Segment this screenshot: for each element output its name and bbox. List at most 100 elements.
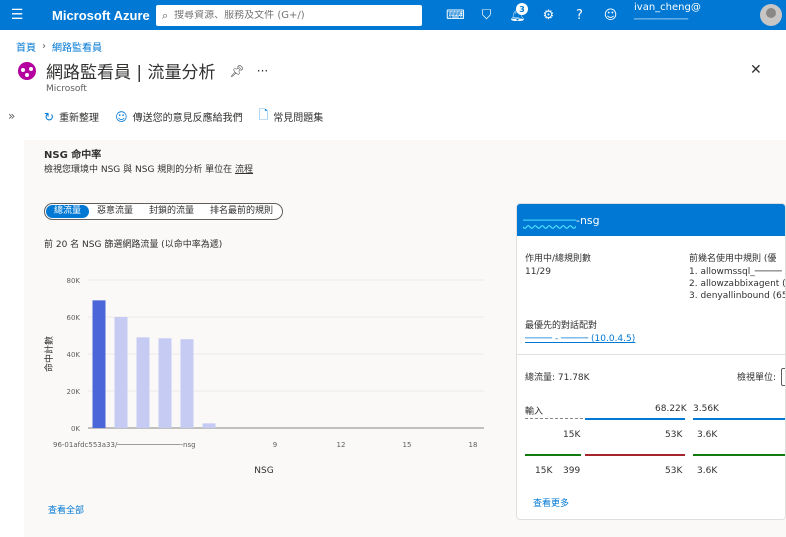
- page-header: 網路監看員 | 流量分析 📌︎ ···: [16, 58, 268, 83]
- total-flow: 總流量: 71.78K: [525, 373, 590, 383]
- y-axis-title: 命中計數: [43, 336, 55, 372]
- row2-value-4: 3.6K: [697, 466, 718, 476]
- top-rule-2: 2. allowzabbixagent (46: [689, 279, 786, 289]
- see-more-link[interactable]: 查看更多: [533, 496, 569, 509]
- y-tick-label: 0K: [71, 425, 80, 433]
- active-rules-label: 作用中/總規則數: [525, 254, 592, 264]
- row2-value-3: 53K: [665, 466, 683, 476]
- x-tick-label: 12: [337, 441, 346, 449]
- avatar[interactable]: [760, 4, 782, 26]
- document-icon: 🗋: [258, 108, 269, 122]
- view-unit-dropdown[interactable]: [781, 368, 785, 386]
- bar: [136, 337, 150, 428]
- user-directory: ──────────: [634, 15, 689, 25]
- feedback-person-icon: ☺: [115, 109, 128, 124]
- x-tick-label: 15: [403, 441, 412, 449]
- tab-top-rules[interactable]: 排名最前的規則: [202, 205, 281, 218]
- tab-total-traffic[interactable]: 總流量: [46, 205, 90, 218]
- search-icon: ⌕: [162, 8, 169, 22]
- pin-icon[interactable]: 📌︎: [230, 64, 245, 78]
- settings-gear-icon[interactable]: ⚙: [533, 0, 564, 30]
- row2-value-2: 399: [563, 466, 581, 476]
- bar: [180, 339, 194, 428]
- allowed-bar-left: [525, 454, 581, 456]
- see-all-link[interactable]: 查看全部: [48, 503, 84, 516]
- chevron-right-icon: ›: [42, 41, 46, 52]
- inbound-bar: [585, 418, 685, 420]
- directory-filter-icon[interactable]: ⛉: [471, 0, 502, 30]
- expand-menu-icon[interactable]: »: [8, 109, 15, 123]
- page-title: 網路監看員 | 流量分析: [46, 63, 216, 83]
- allowed-bar-right: [693, 454, 785, 456]
- refresh-button[interactable]: ↻ 重新整理: [44, 109, 100, 125]
- traffic-analytics-icon: [18, 61, 36, 80]
- row1-value-2: 53K: [665, 430, 683, 440]
- inbound-label: 輸入: [525, 407, 544, 417]
- traffic-tabs: 總流量 惡意流量 封鎖的流量 排名最前的規則: [44, 203, 284, 220]
- breadcrumb-home[interactable]: 首頁: [16, 39, 36, 54]
- feedback-label: 傳送您的意見反應給我們: [132, 113, 243, 124]
- cloud-shell-icon[interactable]: ⌨: [440, 0, 471, 30]
- active-rules-value: 11/29: [525, 267, 551, 277]
- x-tick-label: 18: [469, 441, 478, 449]
- row1-value-1: 15K: [563, 430, 581, 440]
- refresh-label: 重新整理: [59, 113, 100, 124]
- card-divider: [517, 354, 785, 355]
- faq-button[interactable]: 🗋 常見問題集: [259, 106, 324, 127]
- y-tick-label: 60K: [67, 314, 81, 322]
- page-subtitle: Microsoft: [46, 84, 87, 94]
- top-pair-label: 最優先的對話配對: [525, 321, 598, 331]
- search-input[interactable]: [174, 10, 405, 21]
- nsg-name[interactable]: ────────: [523, 214, 576, 227]
- outbound-value: 3.56K: [693, 404, 719, 414]
- refresh-icon: ↻: [44, 109, 55, 124]
- topbar-icons: ⌨ ⛉ 🔔︎ 3 ⚙ ? ☺: [440, 0, 626, 30]
- view-unit-label: 檢視單位:: [737, 373, 777, 383]
- nsg-suffix: -nsg: [575, 213, 600, 227]
- command-bar: ↻ 重新整理 ☺ 傳送您的意見反應給我們 🗋 常見問題集: [44, 106, 323, 127]
- breadcrumb: 首頁 › 網路監看員: [16, 39, 102, 54]
- tab-blocked-traffic[interactable]: 封鎖的流量: [141, 205, 202, 218]
- section-desc-text: 檢視您環境中 NSG 與 NSG 規則的分析 單位在: [44, 165, 233, 175]
- y-tick-label: 80K: [67, 277, 81, 285]
- user-name: ivan_cheng@: [634, 2, 701, 13]
- x-axis-title: NSG: [254, 466, 273, 476]
- top-pair-link[interactable]: ───── - ───── (10.0.4.5): [525, 334, 635, 344]
- y-tick-label: 40K: [67, 351, 81, 359]
- bar: [158, 338, 172, 428]
- azure-brand[interactable]: Microsoft Azure: [34, 8, 154, 23]
- bar: [114, 317, 128, 428]
- section-title: NSG 命中率: [44, 150, 102, 161]
- hamburger-menu-icon[interactable]: ☰: [0, 0, 34, 30]
- feedback-icon[interactable]: ☺: [595, 0, 626, 30]
- close-icon[interactable]: ✕: [750, 62, 762, 78]
- section-description: 檢視您環境中 NSG 與 NSG 規則的分析 單位在 流程: [44, 162, 253, 175]
- top-rules-label: 前幾名使用中規則 (優: [689, 254, 777, 264]
- user-account[interactable]: ivan_cheng@ ──────────: [634, 2, 701, 26]
- feedback-button[interactable]: ☺ 傳送您的意見反應給我們: [115, 109, 243, 125]
- help-icon[interactable]: ?: [564, 0, 595, 30]
- row2-value-1: 15K: [535, 466, 553, 476]
- bar: [202, 423, 216, 428]
- flow-dash: [525, 418, 583, 419]
- x-tick-label: 96-01afdc553a33/───────────────-nsg: [53, 441, 196, 449]
- more-options-icon[interactable]: ···: [257, 64, 268, 78]
- notifications-icon[interactable]: 🔔︎ 3: [502, 0, 533, 30]
- x-tick-label: 9: [273, 441, 277, 449]
- flow-link[interactable]: 流程: [235, 165, 253, 175]
- chart-title: 前 20 名 NSG 篩選網路流量 (以命中率為遞): [44, 240, 223, 250]
- card-header: ──────── -nsg: [517, 204, 785, 236]
- nsg-hit-chart: 0K 20K 40K 60K 80K 96-01afdc553a33/──────────…: [43, 277, 484, 476]
- y-tick-label: 20K: [67, 388, 81, 396]
- nsg-detail-card: ──────── -nsg 作用中/總規則數 11/29 前幾名使用中規則 (優…: [516, 203, 786, 520]
- global-search[interactable]: ⌕: [156, 5, 422, 26]
- inbound-value: 68.22K: [655, 404, 687, 414]
- denied-bar: [585, 454, 685, 456]
- top-rule-3: 3. denyallinbound (6550: [689, 291, 785, 301]
- outbound-bar: [693, 418, 785, 420]
- tab-malicious-traffic[interactable]: 惡意流量: [89, 205, 141, 218]
- notification-badge: 3: [516, 3, 528, 15]
- breadcrumb-network-watcher[interactable]: 網路監看員: [52, 39, 102, 54]
- faq-label: 常見問題集: [273, 113, 324, 124]
- top-rule-1: 1. allowmssql_─────: [689, 267, 782, 277]
